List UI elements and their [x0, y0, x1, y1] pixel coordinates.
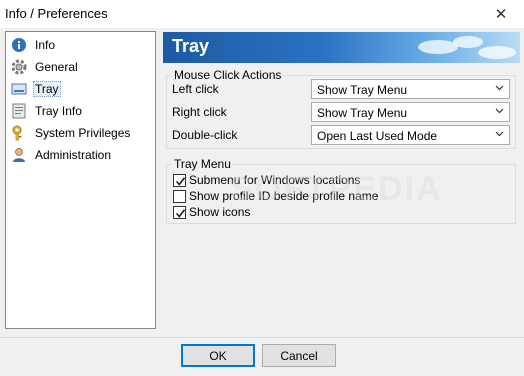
nav-item-info[interactable]: Info — [8, 35, 57, 55]
watermark: SOFTPEDIA — [230, 170, 443, 208]
cancel-button[interactable]: Cancel — [262, 344, 336, 367]
cloud-decoration — [453, 36, 483, 48]
right-click-value: Show Tray Menu — [317, 106, 408, 120]
double-click-select[interactable]: Open Last Used Mode — [311, 125, 510, 145]
double-click-label: Double-click — [172, 128, 238, 142]
close-button[interactable]: ✕ — [478, 0, 524, 28]
key-icon — [11, 125, 27, 141]
chevron-down-icon — [495, 108, 504, 114]
left-click-value: Show Tray Menu — [317, 83, 408, 97]
tray-icon — [11, 81, 27, 97]
checkbox-box[interactable] — [173, 173, 186, 187]
chevron-down-icon — [495, 85, 504, 91]
cloud-decoration — [478, 46, 516, 59]
nav-item-label: System Privileges — [35, 126, 131, 140]
nav-item-system-privileges[interactable]: System Privileges — [8, 123, 132, 143]
left-click-label: Left click — [172, 82, 219, 96]
gear-icon — [11, 59, 27, 75]
window-title: Info / Preferences — [5, 6, 108, 21]
close-icon: ✕ — [494, 6, 508, 23]
info-icon — [11, 37, 27, 53]
nav-item-label: Tray — [33, 81, 61, 97]
right-click-select[interactable]: Show Tray Menu — [311, 102, 510, 122]
nav-item-tray-info[interactable]: Tray Info — [8, 101, 84, 121]
checkbox-box[interactable] — [173, 189, 186, 203]
checkmark-icon — [175, 208, 186, 218]
checkbox-box[interactable] — [173, 205, 186, 219]
chevron-down-icon — [495, 131, 504, 137]
cloud-decoration — [418, 40, 458, 54]
double-click-value: Open Last Used Mode — [317, 129, 438, 143]
page-banner: Tray — [163, 32, 520, 63]
page-title: Tray — [172, 36, 210, 56]
nav-item-label: Tray Info — [35, 104, 82, 118]
nav-item-general[interactable]: General — [8, 57, 80, 77]
title-bar: Info / Preferences ✕ — [0, 0, 524, 28]
nav-item-administration[interactable]: Administration — [8, 145, 113, 165]
preferences-nav: Info General Tray Tray Info System Privi… — [5, 31, 156, 329]
checkmark-icon — [175, 176, 186, 186]
right-click-label: Right click — [172, 105, 227, 119]
nav-item-tray[interactable]: Tray — [8, 79, 61, 99]
user-icon — [11, 147, 27, 163]
document-icon — [11, 103, 27, 119]
ok-button[interactable]: OK — [181, 344, 255, 367]
group-title: Mouse Click Actions — [172, 68, 284, 82]
nav-item-label: Info — [35, 38, 56, 52]
nav-item-label: Administration — [35, 148, 112, 162]
left-click-select[interactable]: Show Tray Menu — [311, 79, 510, 99]
footer-divider — [0, 337, 524, 338]
nav-item-label: General — [35, 60, 78, 74]
group-title: Tray Menu — [172, 157, 233, 171]
